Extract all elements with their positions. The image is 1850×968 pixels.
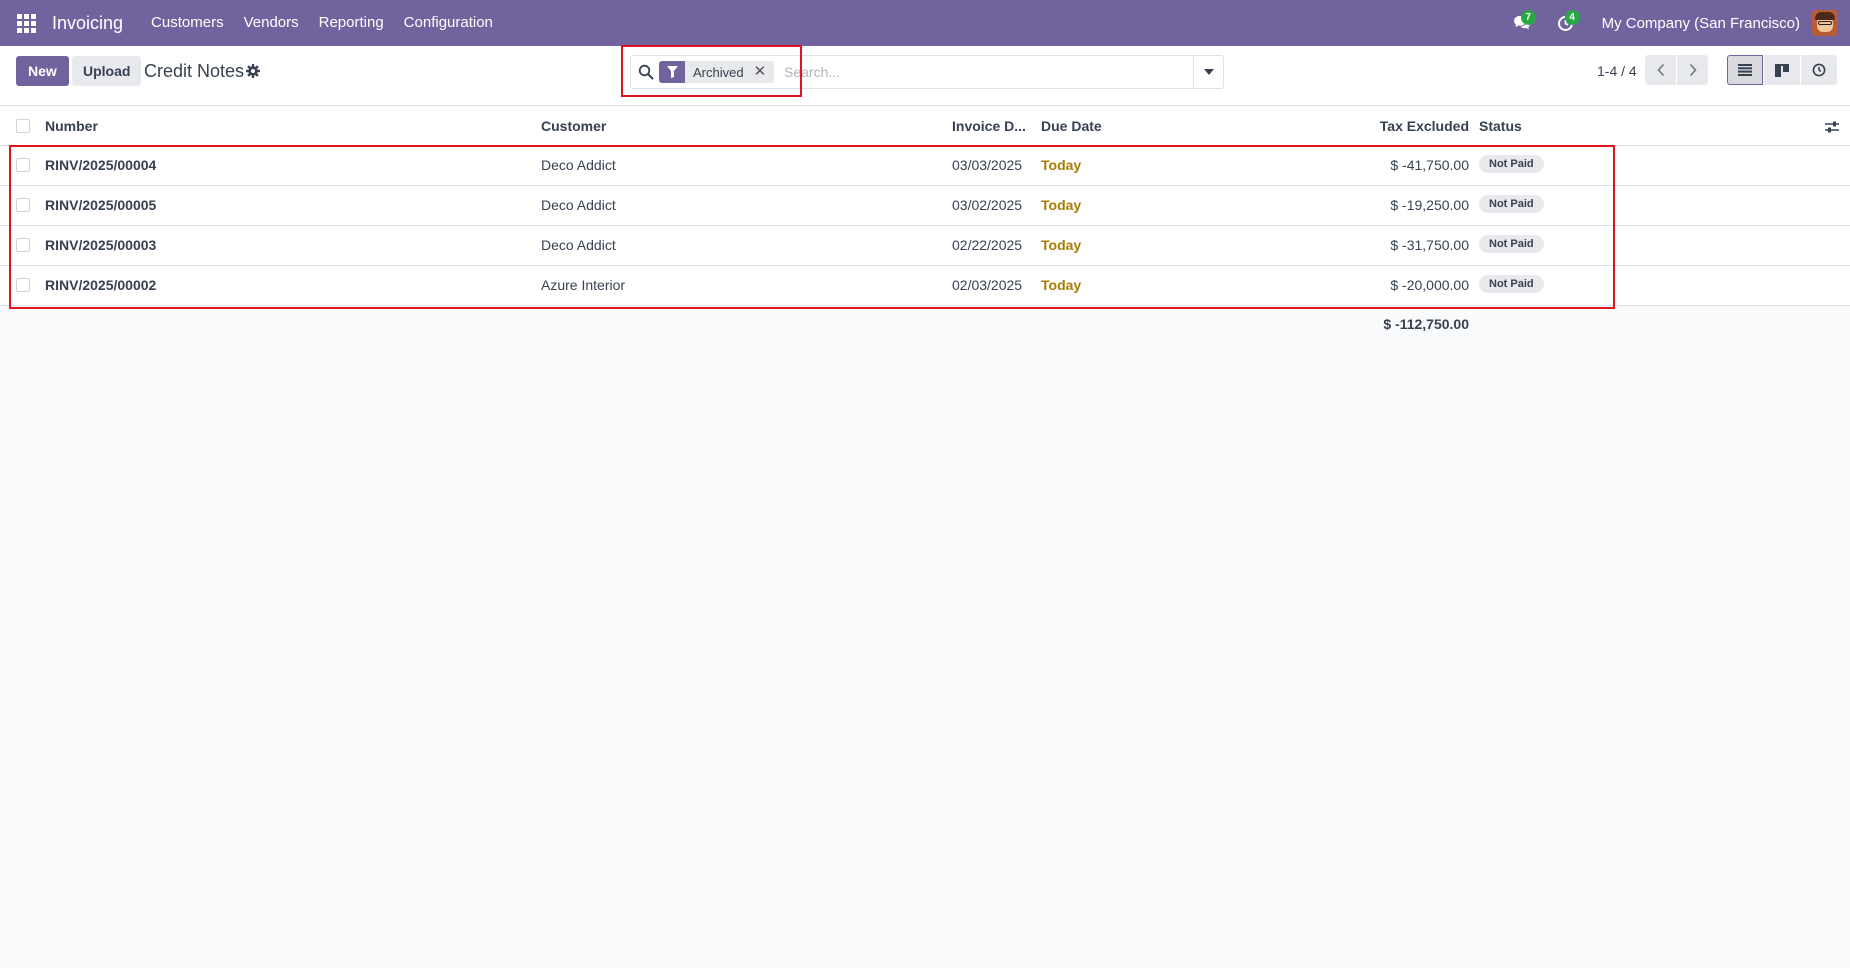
- cell-tax-excluded: $ -19,250.00: [1390, 197, 1469, 213]
- systray: 7 4 My Company (San Francisco): [1500, 0, 1850, 46]
- cell-invoice-date: 03/03/2025: [952, 157, 1023, 173]
- cell-customer: Azure Interior: [541, 277, 626, 293]
- top-menu: Customers Vendors Reporting Configuratio…: [141, 0, 503, 46]
- activity-view-icon: [1812, 63, 1826, 77]
- row-checkbox[interactable]: [16, 158, 30, 172]
- cell-invoice-date: 02/22/2025: [952, 237, 1023, 253]
- gear-icon[interactable]: [245, 63, 261, 79]
- menu-reporting[interactable]: Reporting: [309, 0, 394, 46]
- table-row[interactable]: RINV/2025/00004 Deco Addict 03/03/2025 T…: [0, 146, 1850, 186]
- cell-tax-excluded: $ -20,000.00: [1390, 277, 1469, 293]
- search-icon: [638, 64, 654, 80]
- cell-tax-excluded: $ -31,750.00: [1390, 237, 1469, 253]
- cell-number: RINV/2025/00004: [45, 157, 157, 173]
- list-view-icon: [1738, 64, 1752, 76]
- status-badge: Not Paid: [1479, 275, 1544, 293]
- status-badge: Not Paid: [1479, 155, 1544, 173]
- select-all-checkbox[interactable]: [16, 119, 30, 133]
- table-row[interactable]: RINV/2025/00003 Deco Addict 02/22/2025 T…: [0, 226, 1850, 266]
- facet-label: Archived: [693, 64, 744, 80]
- menu-vendors[interactable]: Vendors: [234, 0, 309, 46]
- kanban-view-icon: [1775, 63, 1789, 77]
- activities-count-badge: 4: [1564, 10, 1580, 25]
- main-navbar: Invoicing Customers Vendors Reporting Co…: [0, 0, 1850, 46]
- cell-customer: Deco Addict: [541, 157, 616, 173]
- cell-due-date: Today: [1041, 157, 1082, 173]
- upload-button[interactable]: Upload: [72, 56, 142, 86]
- activity-view-button[interactable]: [1801, 55, 1837, 85]
- cell-due-date: Today: [1041, 197, 1082, 213]
- cell-invoice-date: 02/03/2025: [952, 277, 1023, 293]
- status-badge: Not Paid: [1479, 195, 1544, 213]
- cell-due-date: Today: [1041, 277, 1082, 293]
- page-title: Credit Notes: [144, 61, 245, 81]
- chevron-left-icon: [1656, 63, 1664, 77]
- control-panel: New Upload Credit Notes Archived ✕ 1-4: [0, 46, 1850, 106]
- remove-facet-button[interactable]: ✕: [752, 61, 775, 83]
- search-input[interactable]: [784, 61, 1174, 83]
- list-header: Number Customer Invoice D... Due Date Ta…: [0, 107, 1850, 146]
- messages-button[interactable]: 7: [1500, 0, 1544, 46]
- app-name[interactable]: Invoicing: [52, 13, 123, 34]
- new-button[interactable]: New: [16, 56, 69, 86]
- column-tax-excluded[interactable]: Tax Excluded: [1380, 118, 1469, 134]
- table-row[interactable]: RINV/2025/00002 Azure Interior 02/03/202…: [0, 266, 1850, 306]
- cell-due-date: Today: [1041, 237, 1082, 253]
- row-checkbox[interactable]: [16, 278, 30, 292]
- table-row[interactable]: RINV/2025/00005 Deco Addict 03/02/2025 T…: [0, 186, 1850, 226]
- status-badge: Not Paid: [1479, 235, 1544, 253]
- menu-customers[interactable]: Customers: [141, 0, 234, 46]
- row-checkbox[interactable]: [16, 238, 30, 252]
- tax-excluded-total: $ -112,750.00: [1383, 316, 1469, 332]
- cell-customer: Deco Addict: [541, 237, 616, 253]
- cell-customer: Deco Addict: [541, 197, 616, 213]
- optional-columns-icon[interactable]: [1824, 119, 1840, 135]
- column-due-date[interactable]: Due Date: [1041, 118, 1102, 134]
- kanban-view-button[interactable]: [1764, 55, 1800, 85]
- chevron-right-icon: [1689, 63, 1697, 77]
- cell-number: RINV/2025/00002: [45, 277, 157, 293]
- cell-invoice-date: 03/02/2025: [952, 197, 1023, 213]
- caret-down-icon: [1203, 69, 1214, 75]
- search-options-toggle[interactable]: [1193, 56, 1223, 88]
- messages-count-badge: 7: [1520, 10, 1536, 25]
- activities-button[interactable]: 4: [1544, 0, 1588, 46]
- company-switcher[interactable]: My Company (San Francisco): [1602, 15, 1800, 32]
- search-bar: Archived ✕: [630, 55, 1224, 89]
- pager-next-button[interactable]: [1677, 55, 1708, 85]
- column-number[interactable]: Number: [45, 118, 98, 134]
- row-checkbox[interactable]: [16, 198, 30, 212]
- cell-tax-excluded: $ -41,750.00: [1390, 157, 1469, 173]
- filter-icon: [659, 61, 685, 83]
- user-avatar[interactable]: [1812, 10, 1838, 36]
- list-view-button[interactable]: [1727, 55, 1763, 85]
- archived-filter-facet: Archived ✕: [659, 61, 775, 83]
- cell-number: RINV/2025/00003: [45, 237, 157, 253]
- column-invoice-date[interactable]: Invoice D...: [952, 118, 1026, 134]
- cell-number: RINV/2025/00005: [45, 197, 157, 213]
- pager-value[interactable]: 1-4 / 4: [1597, 63, 1637, 79]
- column-status[interactable]: Status: [1479, 118, 1522, 134]
- pager-previous-button[interactable]: [1645, 55, 1676, 85]
- column-customer[interactable]: Customer: [541, 118, 606, 134]
- apps-menu-icon[interactable]: [0, 0, 52, 46]
- menu-configuration[interactable]: Configuration: [394, 0, 503, 46]
